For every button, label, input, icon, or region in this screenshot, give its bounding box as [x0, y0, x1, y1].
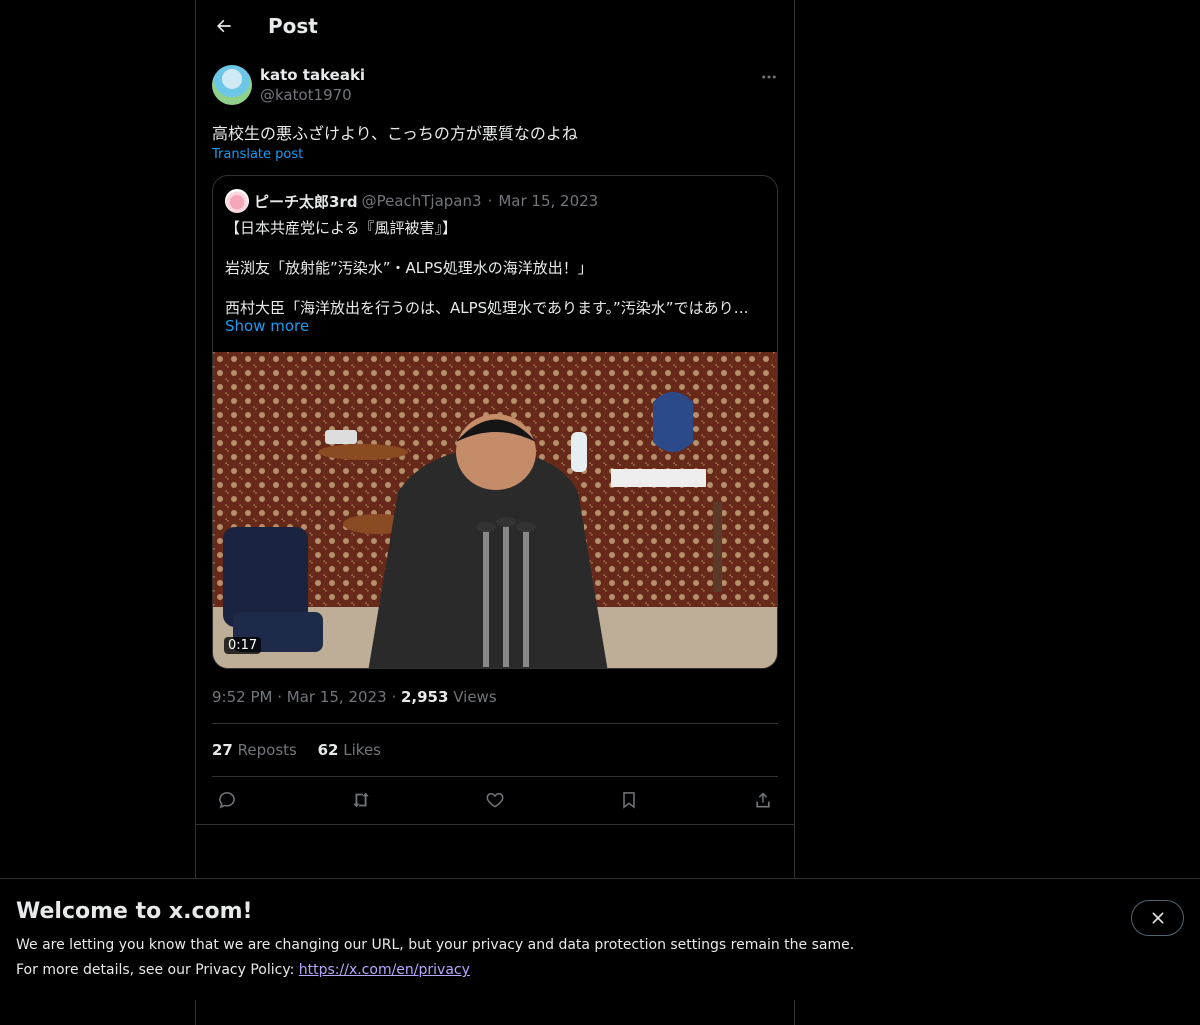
- quoted-text-line: 岩渕友「放射能”汚染水”・ALPS処理水の海洋放出！」: [225, 259, 593, 277]
- quoted-date: Mar 15, 2023: [498, 192, 599, 210]
- reply-icon: [219, 792, 235, 809]
- likes-stat[interactable]: 62 Likes: [318, 741, 381, 759]
- avatar[interactable]: [212, 65, 252, 105]
- like-button[interactable]: [480, 786, 510, 814]
- share-button[interactable]: [748, 786, 778, 814]
- quoted-post[interactable]: ピーチ太郎3rd @PeachTjapan3 · Mar 15, 2023 【日…: [212, 175, 778, 669]
- banner-text: We are letting you know that we are chan…: [16, 937, 855, 953]
- quoted-text-line: 西村大臣「海洋放出を行うのは、ALPS処理水であります。”汚染水”ではあり…: [225, 299, 749, 317]
- privacy-policy-link[interactable]: https://x.com/en/privacy: [299, 962, 470, 978]
- more-button[interactable]: [758, 67, 780, 87]
- author-name[interactable]: kato takeaki: [260, 66, 365, 84]
- main-column: Post kato takeaki @katot1970 高校生の悪ふざけより、…: [195, 0, 795, 1025]
- post-text: 高校生の悪ふざけより、こっちの方が悪質なのよね: [212, 124, 578, 143]
- reply-button[interactable]: [212, 786, 242, 814]
- page-title: Post: [268, 14, 318, 38]
- divider: [212, 776, 778, 777]
- post-date[interactable]: Mar 15, 2023: [287, 688, 387, 706]
- views-count: 2,953: [400, 688, 449, 706]
- banner-text-prefix: For more details, see our Privacy Policy…: [16, 962, 299, 978]
- share-icon: [756, 792, 770, 808]
- banner-title: Welcome to x.com!: [16, 899, 253, 924]
- post-stats: 27 Reposts 62 Likes: [212, 741, 397, 759]
- bookmark-icon: [623, 792, 635, 809]
- post-actions: [212, 786, 778, 814]
- post-meta: 9:52 PM · Mar 15, 2023 · 2,953 Views: [212, 688, 497, 706]
- separator-dot: ·: [487, 192, 493, 210]
- divider: [196, 824, 794, 825]
- back-button[interactable]: [209, 11, 239, 41]
- likes-label: Likes: [343, 741, 382, 759]
- close-icon: [1152, 912, 1163, 924]
- close-banner-button[interactable]: [1131, 900, 1184, 936]
- separator-dot: ·: [391, 688, 401, 706]
- author-handle[interactable]: @katot1970: [260, 86, 352, 104]
- quoted-text-line: 【日本共産党による『風評被害』】: [225, 219, 458, 237]
- reposts-label: Reposts: [237, 741, 297, 759]
- arrow-left-icon: [217, 19, 231, 33]
- bookmark-button[interactable]: [614, 786, 644, 814]
- video-duration: 0:17: [224, 637, 262, 654]
- views-label: Views: [453, 688, 497, 706]
- video-frame: [213, 352, 777, 668]
- quoted-avatar: [225, 189, 249, 213]
- heart-icon: [486, 792, 504, 808]
- post-time[interactable]: 9:52 PM: [212, 688, 272, 706]
- quoted-author-handle: @PeachTjapan3: [361, 192, 482, 210]
- quoted-author-name: ピーチ太郎3rd: [254, 192, 358, 211]
- more-horizontal-icon: [762, 75, 776, 79]
- repost-button[interactable]: [346, 786, 376, 814]
- repost-icon: [353, 792, 369, 808]
- quoted-post-header: ピーチ太郎3rd @PeachTjapan3 · Mar 15, 2023: [225, 189, 598, 213]
- banner-text: For more details, see our Privacy Policy…: [16, 962, 470, 978]
- video-player[interactable]: 0:17: [213, 352, 777, 668]
- likes-count: 62: [317, 741, 339, 759]
- divider: [212, 723, 778, 724]
- post-author: kato takeaki @katot1970: [212, 65, 778, 109]
- welcome-banner: Welcome to x.com! We are letting you kno…: [0, 878, 1200, 1000]
- page-header: Post: [196, 0, 794, 54]
- reposts-count: 27: [212, 741, 233, 759]
- show-more-link[interactable]: Show more: [225, 317, 309, 335]
- translate-post-link[interactable]: Translate post: [212, 147, 303, 162]
- separator-dot: ·: [277, 688, 287, 706]
- reposts-stat[interactable]: 27 Reposts: [212, 741, 297, 759]
